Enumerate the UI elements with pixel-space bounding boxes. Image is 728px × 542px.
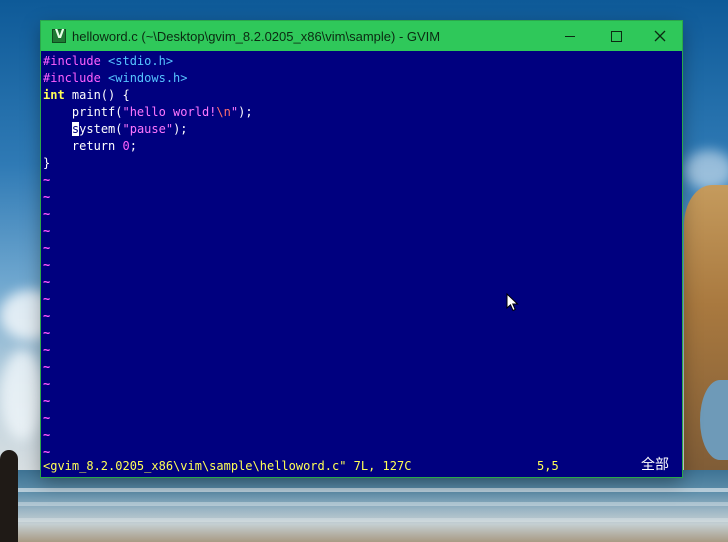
empty-line-tilde: ~ <box>43 275 51 289</box>
code-token: 0 <box>122 139 130 153</box>
code-token: "hello world! <box>122 105 217 119</box>
code-token: " <box>230 105 239 119</box>
empty-line-tilde: ~ <box>43 309 51 323</box>
empty-line-tilde: ~ <box>43 173 51 187</box>
code-token: "pause" <box>122 122 174 136</box>
empty-line-tilde: ~ <box>43 360 51 374</box>
code-token: return <box>43 139 123 153</box>
empty-line-tilde: ~ <box>43 258 51 272</box>
wallpaper-person <box>0 450 18 542</box>
close-button[interactable] <box>637 21 683 51</box>
empty-line-tilde: ~ <box>43 292 51 306</box>
empty-line-tilde: ~ <box>43 224 51 238</box>
empty-line-tilde: ~ <box>43 394 51 408</box>
minimize-button[interactable] <box>547 21 593 51</box>
minimize-icon <box>565 35 575 37</box>
code-token: ); <box>173 122 188 136</box>
code-token: #include <box>43 54 109 68</box>
mouse-pointer-icon <box>506 293 519 312</box>
empty-line-tilde: ~ <box>43 326 51 340</box>
code-token: <windows.h> <box>108 71 188 85</box>
empty-line-tilde: ~ <box>43 241 51 255</box>
close-icon <box>654 30 666 42</box>
gvim-window[interactable]: helloword.c (~\Desktop\gvim_8.2.0205_x86… <box>41 21 682 477</box>
empty-line-tilde: ~ <box>43 207 51 221</box>
code-token: main() { <box>64 88 130 102</box>
empty-line-tilde: ~ <box>43 377 51 391</box>
maximize-icon <box>610 30 622 42</box>
wallpaper-wave <box>0 502 728 506</box>
code-token: #include <box>43 71 109 85</box>
wallpaper-cloud <box>0 350 45 440</box>
code-token: } <box>43 156 51 170</box>
code-token: ; <box>129 139 137 153</box>
wallpaper-cloud <box>684 150 728 190</box>
code-line[interactable]: return 0; <box>43 138 137 155</box>
code-line[interactable]: system("pause"); <box>43 121 188 138</box>
empty-line-tilde: ~ <box>43 428 51 442</box>
empty-line-tilde: ~ <box>43 343 51 357</box>
text-editor[interactable]: <gvim_8.2.0205_x86\vim\sample\helloword.… <box>41 53 682 477</box>
code-token: <stdio.h> <box>108 54 174 68</box>
gvim-icon[interactable] <box>52 27 66 43</box>
code-token: printf( <box>43 105 123 119</box>
maximize-button[interactable] <box>593 21 639 51</box>
empty-line-tilde: ~ <box>43 445 51 459</box>
code-line[interactable]: printf("hello world!\n"); <box>43 104 253 121</box>
wallpaper-wave <box>0 488 728 492</box>
code-line[interactable]: int main() { <box>43 87 130 104</box>
code-line[interactable]: } <box>43 155 50 172</box>
code-token: ); <box>238 105 253 119</box>
status-line-file: <gvim_8.2.0205_x86\vim\sample\helloword.… <box>43 459 412 473</box>
code-token: int <box>43 88 65 102</box>
wallpaper-wave <box>0 518 728 522</box>
code-line[interactable]: #include <windows.h> <box>43 70 188 87</box>
code-line[interactable]: #include <stdio.h> <box>43 53 173 70</box>
empty-line-tilde: ~ <box>43 411 51 425</box>
title-bar[interactable]: helloword.c (~\Desktop\gvim_8.2.0205_x86… <box>41 21 682 51</box>
status-scroll-position: 全部 <box>641 457 669 473</box>
window-title: helloword.c (~\Desktop\gvim_8.2.0205_x86… <box>72 28 441 44</box>
code-token: \n <box>216 105 231 119</box>
status-cursor-position: 5,5 <box>537 459 559 473</box>
code-token: ystem( <box>79 122 123 136</box>
wallpaper-sea <box>0 470 728 542</box>
empty-line-tilde: ~ <box>43 190 51 204</box>
